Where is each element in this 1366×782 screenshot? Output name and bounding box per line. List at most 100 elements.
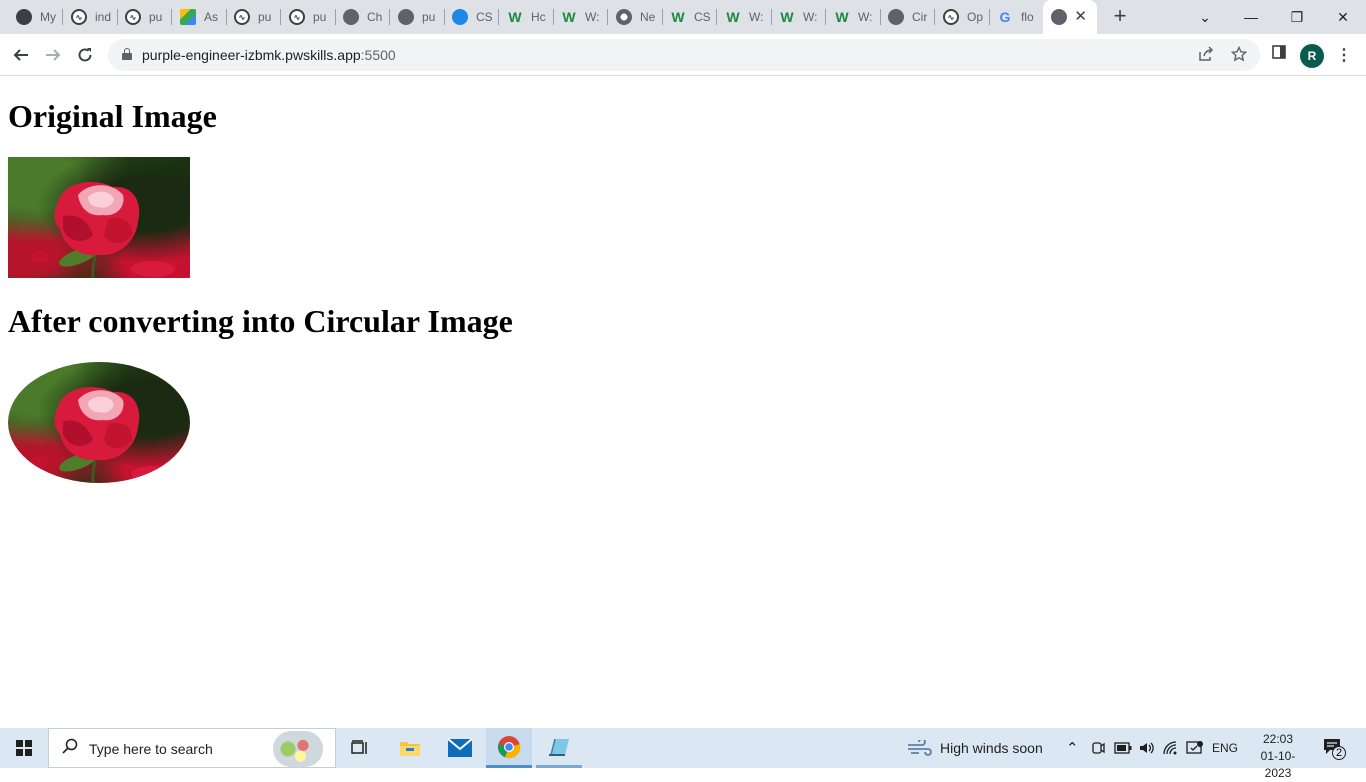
forward-button[interactable] (38, 40, 68, 70)
battery-icon[interactable] (1114, 728, 1132, 768)
clock-date: 01-10-2023 (1260, 749, 1296, 780)
browser-tab[interactable]: CS (444, 0, 499, 34)
tab-title: W: (749, 10, 764, 24)
rose-icon (30, 387, 175, 483)
profile-avatar[interactable]: R (1300, 44, 1324, 68)
wind-icon (908, 740, 932, 756)
tab-search-button[interactable]: ⌄ (1182, 0, 1228, 34)
address-bar[interactable]: purple-engineer-izbmk.pwskills.app:5500 (108, 39, 1260, 71)
browser-tab[interactable]: W W: (826, 0, 881, 34)
browser-tab[interactable]: W CS (662, 0, 717, 34)
browser-tab[interactable]: W W: (771, 0, 826, 34)
circular-rose-image (8, 362, 190, 483)
folder-icon (400, 742, 420, 756)
active-tab[interactable]: ✕ (1043, 0, 1097, 34)
browser-tab[interactable]: ∿ pu (226, 0, 281, 34)
side-panel-icon[interactable] (1272, 45, 1286, 63)
reload-button[interactable] (70, 40, 100, 70)
tab-strip: My ∿ ind ∿ pu As ∿ pu ∿ pu Ch pu CS W Hc W W: Ne W CS W W: W W:… (0, 0, 1366, 34)
browser-tab[interactable]: W W: (717, 0, 772, 34)
chrome-taskbar-button[interactable] (486, 728, 532, 768)
new-tab-button[interactable]: + (1108, 5, 1132, 29)
security-update-icon[interactable] (1186, 728, 1204, 768)
search-placeholder: Type here to search (89, 741, 213, 757)
windows-taskbar: Type here to search High winds soon ⌃ EN… (0, 728, 1366, 780)
tab-title: W: (585, 10, 600, 24)
heading-original-image: Original Image (8, 98, 217, 134)
w-icon: W (726, 9, 740, 25)
openai-icon: ∿ (234, 9, 250, 25)
tab-title: W: (858, 10, 873, 24)
start-button[interactable] (0, 728, 48, 768)
w-icon: W (835, 9, 849, 25)
browser-tab[interactable]: ∿ pu (281, 0, 336, 34)
share-icon[interactable] (1198, 46, 1214, 66)
tab-title: flo (1021, 10, 1034, 24)
browser-tab[interactable]: W Hc (499, 0, 554, 34)
tab-title: My (40, 10, 56, 24)
w-icon: W (780, 9, 794, 25)
browser-tab[interactable]: My (8, 0, 63, 34)
chrome-icon (616, 9, 632, 25)
browser-tab[interactable]: ∿ Op (935, 0, 990, 34)
tab-title: Cir (912, 10, 928, 24)
globe-icon (398, 9, 414, 25)
bookmark-star-icon[interactable] (1230, 45, 1248, 66)
tab-title: W: (803, 10, 818, 24)
search-highlight-icon[interactable] (273, 731, 323, 767)
openai-icon: ∿ (289, 9, 305, 25)
task-view-icon (351, 740, 367, 754)
browser-tab[interactable]: W W: (553, 0, 608, 34)
close-tab-button[interactable]: ✕ (1074, 9, 1087, 25)
task-view-button[interactable] (337, 728, 383, 768)
openai-icon: ∿ (125, 9, 141, 25)
mail-button[interactable] (437, 728, 483, 768)
clock-time: 22:03 (1262, 732, 1294, 746)
tab-title: pu (149, 10, 163, 24)
browser-tab[interactable]: ∿ ind (63, 0, 118, 34)
wifi-icon[interactable] (1162, 728, 1180, 768)
rose-icon (30, 182, 175, 278)
back-button[interactable] (6, 40, 36, 70)
reload-icon (78, 48, 92, 62)
browser-tab[interactable]: Ne (608, 0, 663, 34)
meet-icon[interactable] (1090, 728, 1106, 768)
tab-title: pu (258, 10, 272, 24)
address-url[interactable]: purple-engineer-izbmk.pwskills.app:5500 (142, 47, 396, 63)
file-explorer-button[interactable] (387, 728, 433, 768)
browser-tab[interactable]: Ch (335, 0, 390, 34)
wordpress-icon (16, 9, 32, 25)
close-window-button[interactable]: ✕ (1320, 0, 1366, 34)
chevron-up-icon: ⌃ (1066, 740, 1079, 757)
notification-count: 2 (1335, 747, 1343, 759)
chrome-icon (498, 735, 521, 758)
language-indicator[interactable]: ENG (1212, 728, 1238, 768)
arrow-right-icon (46, 49, 61, 61)
browser-tab[interactable]: ∿ pu (117, 0, 172, 34)
taskbar-search[interactable]: Type here to search (48, 728, 336, 768)
menu-icon[interactable]: ⋮ (1336, 45, 1352, 65)
tab-title: CS (476, 10, 492, 24)
heading-circular-image: After converting into Circular Image (8, 303, 513, 339)
w-icon: W (562, 9, 576, 25)
weather-widget[interactable]: High winds soon (906, 728, 1043, 768)
tab-title: Hc (531, 10, 546, 24)
openai-icon: ∿ (943, 9, 959, 25)
notification-center-button[interactable]: 2 (1322, 736, 1346, 760)
tab-title: Op (967, 10, 983, 24)
arrow-left-icon (13, 49, 28, 61)
restore-button[interactable]: ❐ (1274, 0, 1320, 34)
notepad-taskbar-button[interactable] (536, 728, 582, 768)
browser-tab[interactable]: Gflo (989, 0, 1044, 34)
show-hidden-icons-button[interactable]: ⌃ (1066, 728, 1079, 768)
page-content: Original Image After converting into Cir… (0, 77, 1366, 728)
original-rose-image (8, 157, 190, 278)
lock-icon[interactable] (122, 48, 132, 60)
windows-logo-icon (16, 740, 32, 756)
taskbar-clock[interactable]: 22:03 01-10-2023 (1248, 731, 1308, 782)
minimize-button[interactable]: — (1228, 0, 1274, 34)
browser-tab[interactable]: Cir (880, 0, 935, 34)
browser-tab[interactable]: As (172, 0, 227, 34)
browser-tab[interactable]: pu (390, 0, 445, 34)
volume-icon[interactable] (1138, 728, 1156, 768)
